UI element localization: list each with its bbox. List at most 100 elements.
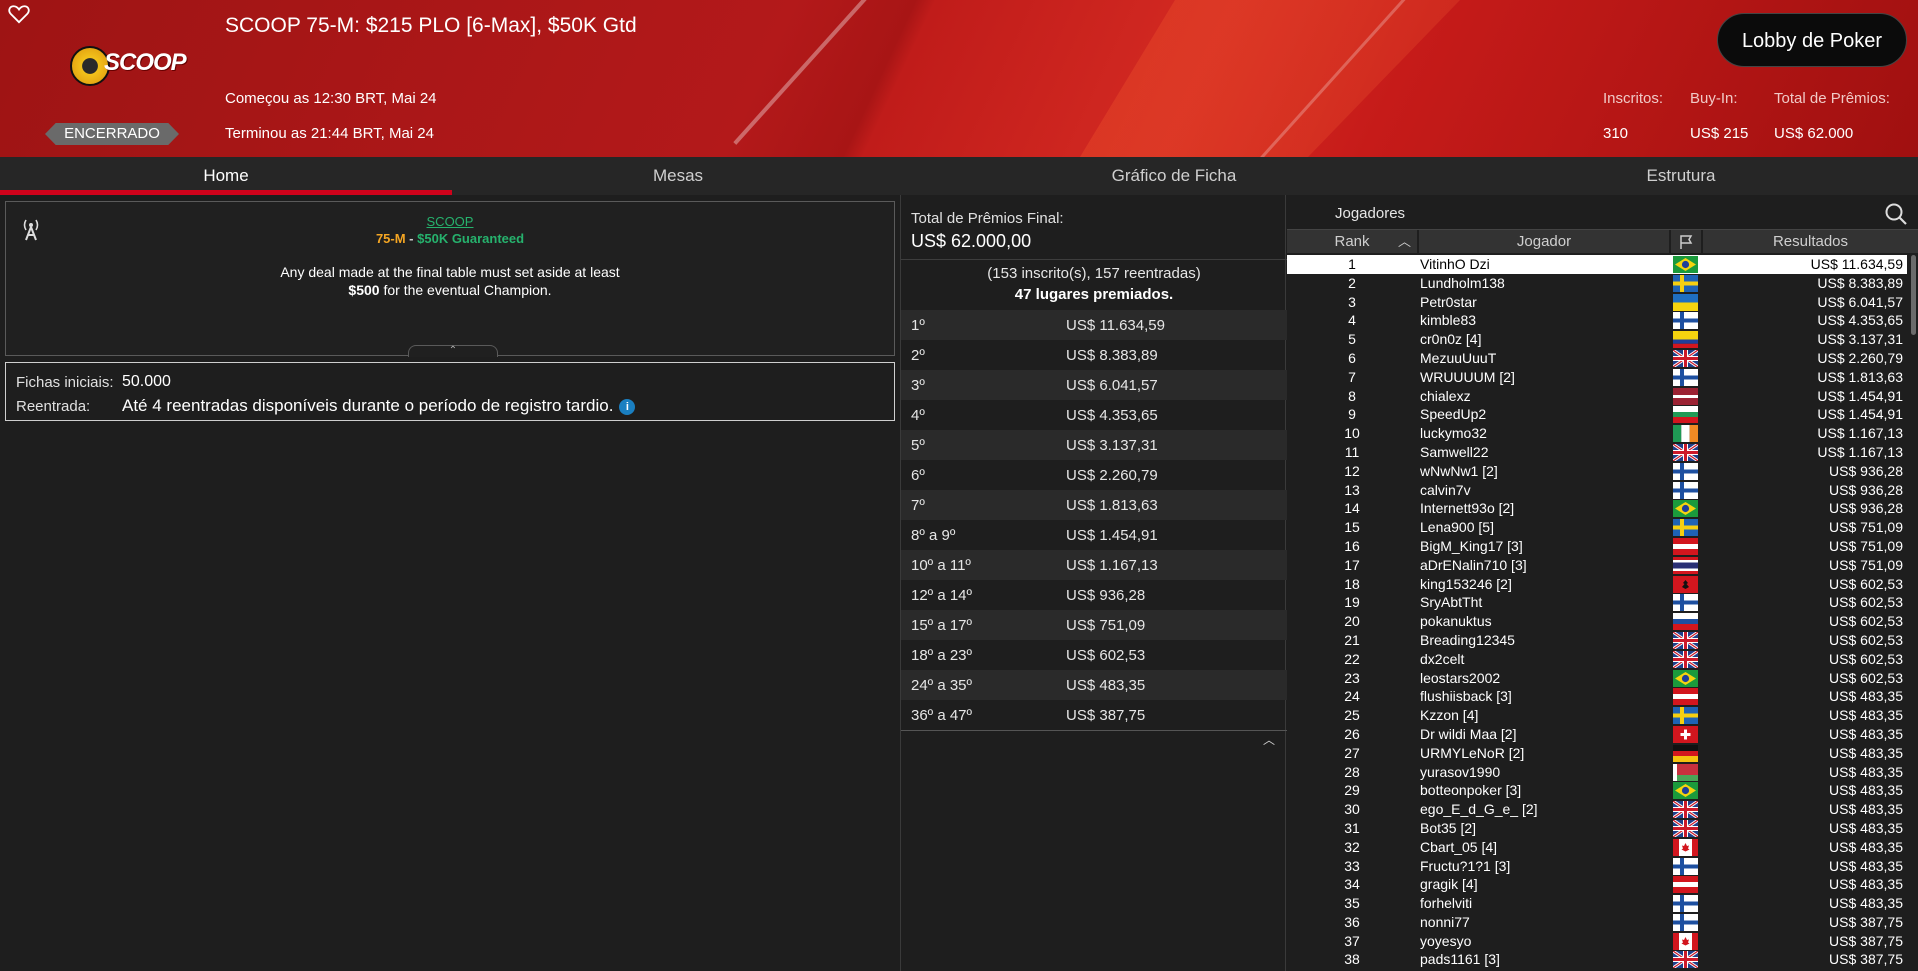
player-row[interactable]: 6 MezuuUuuT US$ 2.260,79 — [1287, 348, 1907, 369]
player-name: Lundholm138 — [1420, 274, 1505, 291]
player-rank: 34 — [1344, 876, 1360, 893]
player-row[interactable]: 16 BigM_King17 [3] US$ 751,09 — [1287, 537, 1907, 556]
player-result: US$ 483,35 — [1829, 763, 1903, 780]
sort-chevron-up-icon: ︿ — [1397, 234, 1411, 249]
player-row[interactable]: 19 SryAbtTht US$ 602,53 — [1287, 593, 1907, 612]
flag-ca-icon — [1673, 932, 1698, 950]
player-row[interactable]: 2 Lundholm138 US$ 8.383,89 — [1287, 274, 1907, 293]
player-rank: 19 — [1344, 594, 1360, 611]
player-rank: 26 — [1344, 725, 1360, 742]
player-row[interactable]: 29 botteonpoker [3] US$ 483,35 — [1287, 781, 1907, 800]
player-row[interactable]: 5 cr0n0z [4] US$ 3.137,31 — [1287, 330, 1907, 349]
player-result: US$ 751,09 — [1829, 556, 1903, 573]
player-row[interactable]: 38 pads1161 [3] US$ 387,75 — [1287, 950, 1907, 970]
player-row[interactable]: 24 flushiisback [3] US$ 483,35 — [1287, 687, 1907, 706]
player-row[interactable]: 28 yurasov1990 US$ 483,35 — [1287, 763, 1907, 782]
player-row[interactable]: 15 Lena900 [5] US$ 751,09 — [1287, 518, 1907, 537]
player-name: gragik [4] — [1420, 876, 1478, 893]
flag-ca-icon — [1673, 838, 1698, 856]
scrollbar[interactable] — [1911, 255, 1916, 335]
player-rank: 38 — [1344, 951, 1360, 968]
column-header-rank[interactable]: Rank ︿ — [1287, 230, 1417, 253]
player-name: SpeedUp2 — [1420, 406, 1487, 423]
collapse-info-button[interactable]: ⌃ — [408, 345, 498, 357]
player-name: Samwell22 — [1420, 443, 1489, 460]
info-icon[interactable]: i — [619, 399, 636, 415]
player-row[interactable]: 10 luckymo32 US$ 1.167,13 — [1287, 424, 1907, 443]
prize-amount: US$ 4.353,65 — [1066, 407, 1158, 424]
player-name: Fructu?1?1 [3] — [1420, 857, 1511, 874]
player-row[interactable]: 37 yoyesyo US$ 387,75 — [1287, 932, 1907, 951]
player-name: pads1161 [3] — [1420, 951, 1500, 968]
player-row[interactable]: 11 Samwell22 US$ 1.167,13 — [1287, 442, 1907, 463]
series-link[interactable]: SCOOP — [6, 214, 894, 229]
player-row[interactable]: 17 aDrENalin710 [3] US$ 751,09 — [1287, 556, 1907, 575]
player-row[interactable]: 32 Cbart_05 [4] US$ 483,35 — [1287, 838, 1907, 857]
lobby-button[interactable]: Lobby de Poker — [1717, 13, 1907, 67]
tab-structure[interactable]: Estrutura — [1444, 157, 1918, 195]
player-rank: 15 — [1344, 519, 1360, 536]
flag-se-icon — [1673, 707, 1698, 725]
player-rank: 12 — [1344, 462, 1360, 479]
prize-amount: US$ 2.260,79 — [1066, 467, 1158, 484]
event-code: 75-M — [375, 231, 406, 246]
player-name: Lena900 [5] — [1420, 519, 1494, 536]
player-result: US$ 1.167,13 — [1817, 443, 1903, 460]
player-row[interactable]: 22 dx2celt US$ 602,53 — [1287, 649, 1907, 669]
prize-row: 18º a 23º US$ 602,53 — [901, 640, 1287, 670]
column-header-flag[interactable] — [1671, 230, 1701, 253]
player-row[interactable]: 12 wNwNw1 [2] US$ 936,28 — [1287, 462, 1907, 481]
player-row[interactable]: 14 Internett93o [2] US$ 936,28 — [1287, 499, 1907, 518]
player-row[interactable]: 33 Fructu?1?1 [3] US$ 483,35 — [1287, 857, 1907, 876]
flag-column-icon — [1680, 235, 1693, 249]
player-rank: 4 — [1348, 312, 1356, 329]
prize-amount: US$ 602,53 — [1066, 647, 1146, 664]
player-row[interactable]: 18 king153246 [2] US$ 602,53 — [1287, 575, 1907, 594]
player-row[interactable]: 26 Dr wildi Maa [2] US$ 483,35 — [1287, 725, 1907, 744]
player-row[interactable]: 9 SpeedUp2 US$ 1.454,91 — [1287, 405, 1907, 424]
reentry-text: Até 4 reentradas disponíveis durante o p… — [122, 396, 614, 415]
player-rank: 28 — [1344, 763, 1360, 780]
player-row[interactable]: 36 nonni77 US$ 387,75 — [1287, 913, 1907, 932]
buyin-value: US$ 215 — [1690, 125, 1749, 142]
entrants-value: 310 — [1603, 125, 1629, 142]
player-name: dx2celt — [1420, 650, 1465, 667]
prize-place: 2º — [911, 347, 925, 364]
player-result: US$ 6.041,57 — [1817, 293, 1903, 310]
player-row[interactable]: 3 Petr0star US$ 6.041,57 — [1287, 293, 1907, 312]
column-header-player[interactable]: Jogador — [1419, 230, 1669, 253]
player-row[interactable]: 4 kimble83 US$ 4.353,65 — [1287, 311, 1907, 330]
player-rank: 24 — [1344, 688, 1360, 705]
player-result: US$ 483,35 — [1829, 838, 1903, 855]
player-result: US$ 483,35 — [1829, 707, 1903, 724]
flag-se-icon — [1673, 274, 1698, 292]
player-row[interactable]: 34 gragik [4] US$ 483,35 — [1287, 875, 1907, 894]
prize-pool-value: US$ 62.000 — [1774, 125, 1854, 142]
tournament-header: SCOOP ENCERRADO SCOOP 75-M: $215 PLO [6-… — [0, 0, 1918, 157]
player-result: US$ 602,53 — [1829, 631, 1903, 648]
player-row[interactable]: 35 forhelviti US$ 483,35 — [1287, 894, 1907, 913]
deal-notice-line2: $500 for the eventual Champion. — [6, 282, 894, 298]
player-row[interactable]: 13 calvin7v US$ 936,28 — [1287, 481, 1907, 500]
player-row[interactable]: 31 Bot35 [2] US$ 483,35 — [1287, 818, 1907, 839]
player-row[interactable]: 20 pokanuktus US$ 602,53 — [1287, 612, 1907, 631]
player-result: US$ 751,09 — [1829, 537, 1903, 554]
player-row[interactable]: 23 leostars2002 US$ 602,53 — [1287, 669, 1907, 688]
player-row[interactable]: 25 Kzzon [4] US$ 483,35 — [1287, 706, 1907, 725]
player-row[interactable]: 27 URMYLeNoR [2] US$ 483,35 — [1287, 744, 1907, 763]
favorite-heart-icon[interactable] — [8, 4, 32, 26]
player-row[interactable]: 1 VitinhO Dzi US$ 11.634,59 — [1287, 255, 1907, 274]
player-result: US$ 1.454,91 — [1817, 406, 1903, 423]
player-row[interactable]: 8 chialexz US$ 1.454,91 — [1287, 387, 1907, 406]
column-header-results[interactable]: Resultados — [1703, 230, 1918, 253]
chips-box: Fichas iniciais: 50.000 Reentrada: Até 4… — [5, 362, 895, 421]
player-row[interactable]: 7 WRUUUUM [2] US$ 1.813,63 — [1287, 368, 1907, 387]
tab-chip-graph[interactable]: Gráfico de Ficha — [904, 157, 1444, 195]
player-row[interactable]: 21 Breading12345 US$ 602,53 — [1287, 630, 1907, 651]
prize-total-label: Total de Prêmios Final: — [911, 210, 1064, 227]
active-tab-indicator — [0, 190, 452, 195]
collapse-prizes-chevron-icon[interactable]: ︿ — [1263, 731, 1275, 748]
search-icon[interactable] — [1884, 202, 1908, 226]
player-row[interactable]: 30 ego_E_d_G_e_ [2] US$ 483,35 — [1287, 799, 1907, 820]
tab-mesas[interactable]: Mesas — [452, 157, 904, 195]
